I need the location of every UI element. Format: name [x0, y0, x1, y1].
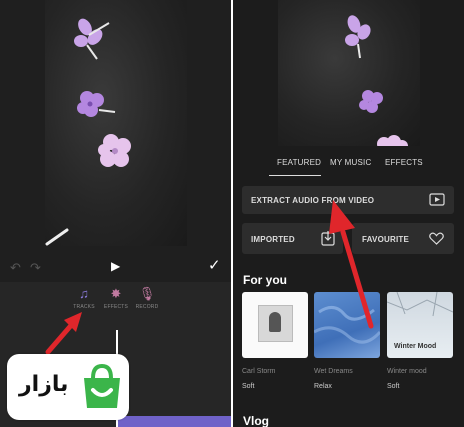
- microphone-icon: 🎙︎: [138, 286, 156, 301]
- video-play-icon: [429, 193, 445, 206]
- card-title: Winter mood: [387, 368, 427, 375]
- imported-label: IMPORTED: [251, 235, 295, 244]
- vlog-title: Vlog: [243, 414, 269, 427]
- active-tab-indicator: [269, 175, 321, 176]
- undo-icon[interactable]: ↶: [10, 261, 21, 274]
- video-clip-strip[interactable]: [118, 416, 231, 427]
- flower-stem: [45, 228, 69, 246]
- tracks-button[interactable]: ♫ TRACKS: [66, 286, 102, 310]
- music-note-plus-icon: ♫: [79, 286, 89, 301]
- shopping-bag-icon: [84, 364, 120, 408]
- flower-image: [359, 90, 383, 113]
- video-preview[interactable]: [278, 0, 420, 152]
- play-icon[interactable]: ▶: [111, 260, 120, 272]
- album-art-figure: [269, 312, 281, 332]
- tab-effects[interactable]: EFFECTS: [385, 158, 423, 167]
- flower-image: [74, 18, 110, 60]
- music-card-winter-mood[interactable]: Winter Mood: [387, 292, 453, 358]
- record-button[interactable]: 🎙︎ RECORD: [129, 286, 165, 310]
- card-tag: Soft: [387, 383, 400, 390]
- card-tag: Soft: [242, 383, 255, 390]
- music-card-carl-storm[interactable]: [242, 292, 308, 358]
- card-title: Wet Dreams: [314, 368, 353, 375]
- bazaar-logo: بازار: [7, 354, 129, 420]
- music-panel: FEATURED MY MUSIC EFFECTS EXTRACT AUDIO …: [233, 0, 464, 427]
- logo-text: بازار: [19, 372, 69, 397]
- music-tabs: FEATURED MY MUSIC EFFECTS: [233, 146, 464, 176]
- card-title: Carl Storm: [242, 368, 276, 375]
- flower-image: [77, 91, 116, 117]
- check-icon[interactable]: ✓: [208, 258, 221, 273]
- for-you-title: For you: [243, 273, 287, 287]
- album-art-branches: [387, 292, 453, 317]
- redo-icon[interactable]: ↷: [30, 261, 41, 274]
- record-label: RECORD: [135, 304, 159, 310]
- video-preview[interactable]: [45, 0, 187, 246]
- album-art-caption: Winter Mood: [394, 343, 437, 350]
- flower-image: [345, 15, 371, 59]
- tab-featured[interactable]: FEATURED: [277, 158, 321, 167]
- card-tag: Relax: [314, 383, 332, 390]
- tab-my-music[interactable]: MY MUSIC: [330, 158, 371, 167]
- red-arrow-annotation: [329, 200, 374, 329]
- heart-icon: [429, 232, 444, 245]
- red-arrow-annotation: [45, 312, 82, 355]
- flower-image: [98, 134, 131, 167]
